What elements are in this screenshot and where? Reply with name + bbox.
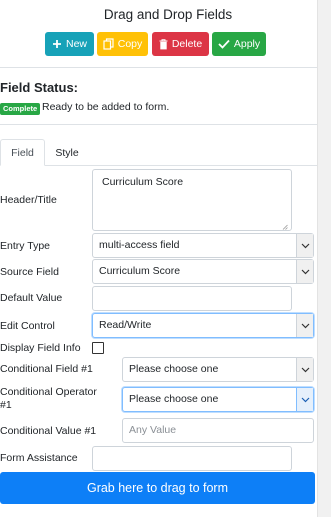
entry-type-value: multi-access field <box>99 239 180 251</box>
delete-button-label: Delete <box>171 38 203 50</box>
divider <box>0 67 317 68</box>
new-button[interactable]: New <box>45 32 94 56</box>
vertical-scrollbar[interactable] <box>317 0 331 517</box>
edit-control-value: Read/Write <box>99 319 152 331</box>
form-assistance-label: Form Assistance <box>0 452 78 464</box>
chevron-down-icon <box>296 358 313 381</box>
edit-control-select[interactable]: Read/Write <box>92 313 314 338</box>
plus-icon <box>52 39 62 49</box>
chevron-down-icon <box>296 388 313 411</box>
new-button-label: New <box>65 38 87 50</box>
conditional-operator-1-label: Conditional Operator #1 <box>0 386 97 412</box>
status-message: Ready to be added to form. <box>42 101 170 113</box>
resize-grip-icon[interactable] <box>282 221 288 230</box>
panel-title: Drag and Drop Fields <box>103 7 233 22</box>
apply-button-label: Apply <box>233 38 261 50</box>
copy-button[interactable]: Copy <box>97 32 148 56</box>
display-field-info-checkbox[interactable] <box>92 342 104 354</box>
conditional-operator-1-label-line1: Conditional Operator <box>0 386 97 398</box>
source-field-label: Source Field <box>0 266 59 278</box>
drag-to-form-handle[interactable]: Grab here to drag to form <box>0 472 315 504</box>
default-value-input[interactable] <box>92 286 292 311</box>
field-status-label: Field Status: <box>0 80 79 95</box>
conditional-operator-1-select[interactable]: Please choose one <box>122 387 314 412</box>
status-badge: Complete <box>0 103 41 115</box>
conditional-field-1-value: Please choose one <box>129 363 219 375</box>
conditional-field-1-label: Conditional Field #1 <box>0 363 93 375</box>
header-title-textarea[interactable]: Curriculum Score <box>92 169 292 231</box>
conditional-field-1-select[interactable]: Please choose one <box>122 357 314 382</box>
tab-style[interactable]: Style <box>45 139 89 166</box>
conditional-value-1-input[interactable]: Any Value <box>122 418 314 443</box>
copy-icon <box>103 38 114 50</box>
divider <box>0 124 317 125</box>
default-value-label: Default Value <box>0 292 63 304</box>
tab-field[interactable]: Field <box>0 139 45 166</box>
edit-control-label: Edit Control <box>0 320 55 332</box>
chevron-down-icon <box>296 234 313 257</box>
trash-icon <box>159 38 168 50</box>
chevron-down-icon <box>296 260 313 283</box>
check-icon <box>218 39 230 49</box>
chevron-down-icon <box>296 314 313 337</box>
entry-type-label: Entry Type <box>0 240 50 252</box>
delete-button[interactable]: Delete <box>152 32 209 56</box>
source-field-value: Curriculum Score <box>99 265 181 277</box>
conditional-operator-1-value: Please choose one <box>129 393 219 405</box>
drag-drop-fields-panel: Drag and Drop Fields New Copy Delete App… <box>0 0 331 517</box>
conditional-operator-1-label-line2: #1 <box>0 399 12 411</box>
form-assistance-input[interactable] <box>92 446 292 471</box>
conditional-value-1-label: Conditional Value #1 <box>0 425 97 437</box>
entry-type-select[interactable]: multi-access field <box>92 233 314 258</box>
header-title-value: Curriculum Score <box>102 176 184 188</box>
header-title-label: Header/Title <box>0 194 57 206</box>
apply-button[interactable]: Apply <box>212 32 266 56</box>
source-field-select[interactable]: Curriculum Score <box>92 259 314 284</box>
copy-button-label: Copy <box>117 38 143 50</box>
display-field-info-label: Display Field Info <box>0 342 81 354</box>
